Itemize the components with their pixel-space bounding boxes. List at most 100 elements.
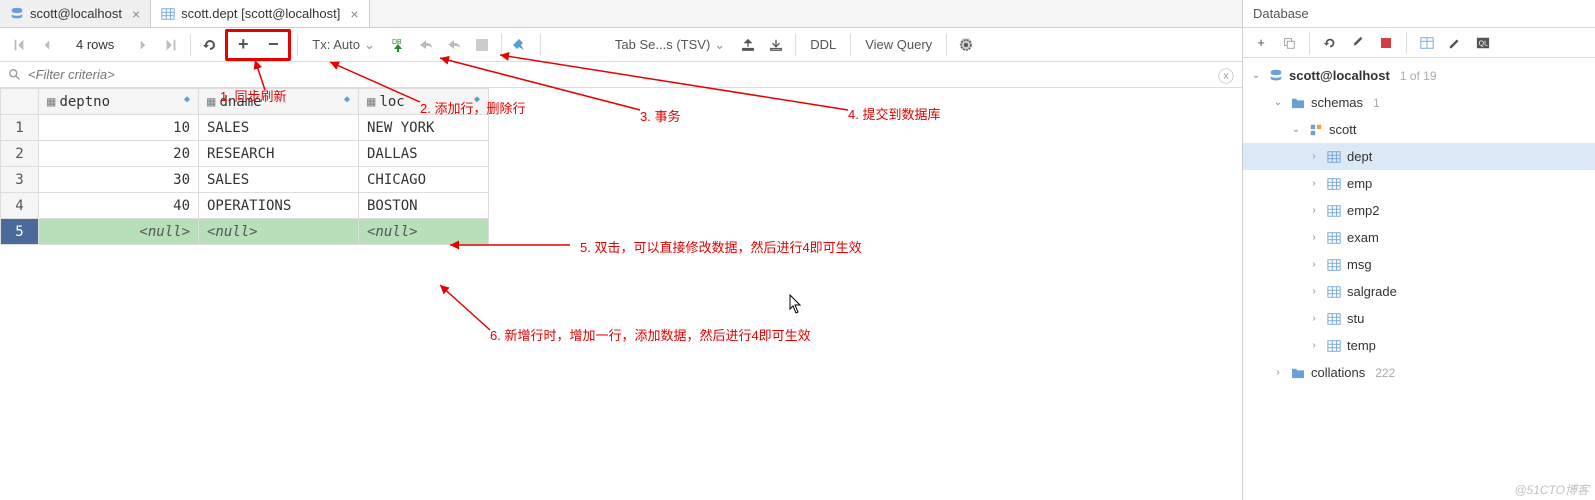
database-icon bbox=[10, 7, 24, 21]
chevron-right-icon: › bbox=[1307, 232, 1321, 243]
cell[interactable]: 40 bbox=[39, 193, 199, 219]
column-header-loc[interactable]: ▦loc◆ bbox=[359, 89, 489, 115]
table-row[interactable]: 3 30 SALES CHICAGO bbox=[1, 167, 489, 193]
rollback-button[interactable] bbox=[413, 32, 439, 58]
pin-button[interactable] bbox=[508, 32, 534, 58]
add-datasource-button[interactable]: + bbox=[1249, 31, 1273, 55]
chevron-right-icon: › bbox=[1307, 286, 1321, 297]
first-page-button[interactable] bbox=[6, 32, 32, 58]
cell[interactable]: <null> bbox=[39, 219, 199, 245]
cell[interactable]: 30 bbox=[39, 167, 199, 193]
watermark: @51CTO博客 bbox=[1514, 481, 1589, 498]
ddl-button[interactable]: DDL bbox=[802, 37, 844, 52]
tab-console[interactable]: scott@localhost × bbox=[0, 0, 151, 27]
tab-table-dept[interactable]: scott.dept [scott@localhost] × bbox=[151, 0, 369, 27]
tree-node-collations[interactable]: › collations 222 bbox=[1243, 359, 1595, 386]
filter-bar: ⓧ bbox=[0, 62, 1242, 88]
cell[interactable]: NEW YORK bbox=[359, 115, 489, 141]
sidebar-toolbar: + QL bbox=[1243, 28, 1595, 58]
tree-node-schemas[interactable]: ⌄ schemas 1 bbox=[1243, 89, 1595, 116]
table-icon bbox=[1325, 285, 1343, 299]
next-page-button[interactable] bbox=[130, 32, 156, 58]
chevron-right-icon: › bbox=[1307, 205, 1321, 216]
refresh-button[interactable] bbox=[1318, 31, 1342, 55]
sidebar-title: Database bbox=[1243, 0, 1595, 28]
table-row-new[interactable]: 5 <null> <null> <null> bbox=[1, 219, 489, 245]
tree-node-table[interactable]: ›emp bbox=[1243, 170, 1595, 197]
properties-button[interactable] bbox=[1346, 31, 1370, 55]
console-button[interactable]: QL bbox=[1471, 31, 1495, 55]
table-row[interactable]: 4 40 OPERATIONS BOSTON bbox=[1, 193, 489, 219]
export-button[interactable] bbox=[735, 32, 761, 58]
tab-separator-dropdown[interactable]: Tab Se...s (TSV) ⌄ bbox=[607, 37, 733, 53]
table-row[interactable]: 2 20 RESEARCH DALLAS bbox=[1, 141, 489, 167]
stop-button[interactable] bbox=[1374, 31, 1398, 55]
settings-button[interactable] bbox=[953, 32, 979, 58]
close-icon[interactable]: × bbox=[132, 6, 140, 22]
column-header-deptno[interactable]: ▦deptno◆ bbox=[39, 89, 199, 115]
chevron-down-icon: ⌄ bbox=[1271, 97, 1285, 108]
svg-text:DB: DB bbox=[392, 39, 402, 46]
chevron-down-icon: ⌄ bbox=[1289, 124, 1303, 135]
edit-button[interactable] bbox=[1443, 31, 1467, 55]
import-button[interactable] bbox=[763, 32, 789, 58]
cell[interactable]: SALES bbox=[199, 115, 359, 141]
last-page-button[interactable] bbox=[158, 32, 184, 58]
tree-node-table[interactable]: ›stu bbox=[1243, 305, 1595, 332]
tree-node-table[interactable]: ›dept bbox=[1243, 143, 1595, 170]
tx-mode-dropdown[interactable]: Tx: Auto ⌄ bbox=[304, 37, 383, 53]
tree-node-table[interactable]: ›salgrade bbox=[1243, 278, 1595, 305]
cell[interactable]: RESEARCH bbox=[199, 141, 359, 167]
view-query-button[interactable]: View Query bbox=[857, 37, 940, 52]
cell[interactable]: <null> bbox=[359, 219, 489, 245]
stop-button[interactable] bbox=[469, 32, 495, 58]
chevron-right-icon: › bbox=[1307, 313, 1321, 324]
tree-node-table[interactable]: ›emp2 bbox=[1243, 197, 1595, 224]
table-icon bbox=[1325, 150, 1343, 164]
table-row[interactable]: 1 10 SALES NEW YORK bbox=[1, 115, 489, 141]
duplicate-button[interactable] bbox=[1277, 31, 1301, 55]
folder-icon bbox=[1289, 97, 1307, 109]
chevron-right-icon: › bbox=[1307, 178, 1321, 189]
table-icon bbox=[1325, 231, 1343, 245]
database-tree: ⌄ scott@localhost 1 of 19 ⌄ schemas 1 ⌄ … bbox=[1243, 58, 1595, 390]
column-header-dname[interactable]: ▦dname◆ bbox=[199, 89, 359, 115]
chevron-down-icon: ⌄ bbox=[1249, 70, 1263, 81]
tree-node-table[interactable]: ›msg bbox=[1243, 251, 1595, 278]
refresh-button[interactable] bbox=[197, 32, 223, 58]
cell[interactable]: <null> bbox=[199, 219, 359, 245]
cell[interactable]: DALLAS bbox=[359, 141, 489, 167]
tree-node-table[interactable]: ›exam bbox=[1243, 224, 1595, 251]
clear-filter-button[interactable]: ⓧ bbox=[1218, 63, 1234, 87]
table-icon bbox=[1325, 204, 1343, 218]
table-icon bbox=[1325, 339, 1343, 353]
commit-button[interactable]: DB bbox=[385, 32, 411, 58]
table-toolbar: 4 rows + − Tx: Auto ⌄ DB Tab Se...s (TSV… bbox=[0, 28, 1242, 62]
revert-button[interactable] bbox=[441, 32, 467, 58]
cell[interactable]: SALES bbox=[199, 167, 359, 193]
tree-node-table[interactable]: ›temp bbox=[1243, 332, 1595, 359]
cell[interactable]: CHICAGO bbox=[359, 167, 489, 193]
table-icon bbox=[1325, 312, 1343, 326]
annotation: 6. 新增行时，增加一行，添加数据，然后进行4即可生效 bbox=[490, 325, 811, 344]
tree-node-schema-scott[interactable]: ⌄ scott bbox=[1243, 116, 1595, 143]
close-icon[interactable]: × bbox=[350, 6, 358, 22]
search-icon bbox=[8, 68, 22, 82]
remove-row-button[interactable]: − bbox=[258, 32, 288, 58]
cell[interactable]: 20 bbox=[39, 141, 199, 167]
data-view-button[interactable] bbox=[1415, 31, 1439, 55]
tree-node-connection[interactable]: ⌄ scott@localhost 1 of 19 bbox=[1243, 62, 1595, 89]
svg-text:QL: QL bbox=[1479, 40, 1488, 47]
add-row-button[interactable]: + bbox=[228, 32, 258, 58]
cell[interactable]: 10 bbox=[39, 115, 199, 141]
cell[interactable]: BOSTON bbox=[359, 193, 489, 219]
row-count-label: 4 rows bbox=[62, 37, 128, 52]
chevron-right-icon: › bbox=[1307, 340, 1321, 351]
chevron-right-icon: › bbox=[1271, 367, 1285, 378]
table-icon bbox=[1325, 177, 1343, 191]
cell[interactable]: OPERATIONS bbox=[199, 193, 359, 219]
filter-input[interactable] bbox=[28, 67, 1218, 82]
prev-page-button[interactable] bbox=[34, 32, 60, 58]
folder-icon bbox=[1289, 367, 1307, 379]
database-icon bbox=[1267, 69, 1285, 83]
